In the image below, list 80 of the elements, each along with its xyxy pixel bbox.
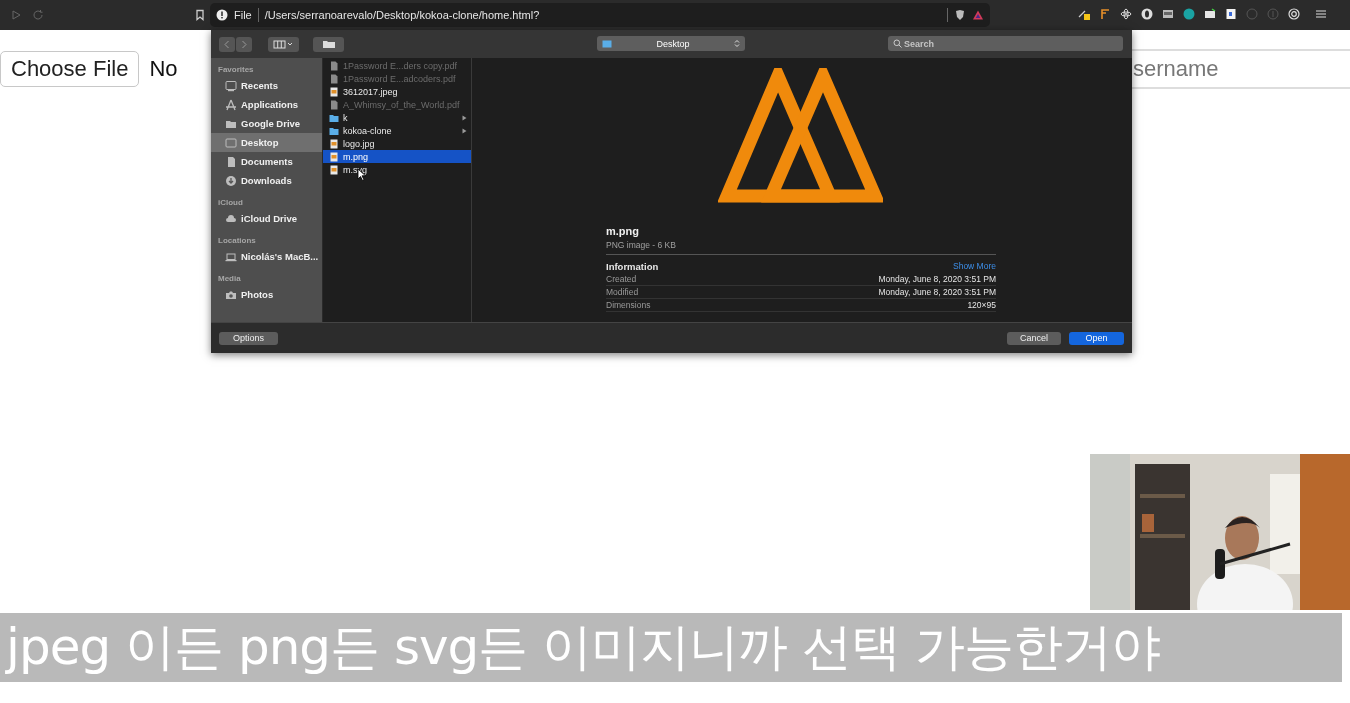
url-text[interactable]: /Users/serranoarevalo/Desktop/kokoa-clone/home.html? (264, 9, 941, 21)
applications-icon (225, 98, 237, 111)
image-file-icon (329, 164, 339, 175)
atom-icon[interactable] (1120, 8, 1132, 20)
file-item[interactable]: m.png (323, 150, 471, 163)
cloud-icon (225, 212, 237, 225)
choose-file-button[interactable]: Choose File (0, 51, 140, 87)
forward-button[interactable] (236, 36, 252, 52)
file-item[interactable]: kokoa-clone (323, 124, 471, 137)
triangle-icon[interactable] (972, 9, 984, 21)
laptop-icon (225, 250, 237, 263)
new-folder-button[interactable] (313, 36, 344, 52)
sidebar-item[interactable]: Google Drive (211, 114, 322, 133)
chevron-right-icon (240, 39, 248, 49)
sidebar-item[interactable]: Nicolás's MacB... (211, 247, 322, 266)
info-label: Dimensions (606, 300, 651, 310)
folder-icon (329, 125, 339, 136)
sidebar-heading: Favorites (217, 64, 255, 76)
sidebar-item[interactable]: iCloud Drive (211, 209, 322, 228)
page-icon[interactable] (1225, 8, 1237, 20)
info-label: Modified (606, 287, 639, 297)
view-button[interactable] (268, 36, 299, 52)
target-icon[interactable] (1288, 8, 1300, 20)
search-icon (893, 39, 902, 48)
info-label: Created (606, 274, 637, 284)
show-more-link[interactable]: Show More (953, 261, 996, 271)
open-button[interactable]: Open (1069, 331, 1124, 345)
file-item[interactable]: logo.jpg (323, 137, 471, 150)
sidebar-item[interactable]: Documents (211, 152, 322, 171)
location-dropdown[interactable]: Desktop (597, 36, 745, 51)
menu-icon[interactable] (1315, 8, 1327, 20)
bookmark-icon[interactable] (194, 9, 206, 21)
sidebar-heading: iCloud (217, 197, 244, 209)
sidebar-item[interactable]: Desktop (211, 133, 322, 152)
columns-icon (272, 39, 295, 49)
sidebar-heading: Media (217, 273, 242, 285)
folder-icon (321, 39, 336, 49)
info-value: 120×95 (967, 300, 996, 310)
updown-icon (734, 39, 740, 48)
ring-icon[interactable] (1141, 8, 1153, 20)
circle-icon[interactable] (1183, 8, 1195, 20)
recents-icon (225, 79, 237, 92)
pen-icon[interactable] (1078, 8, 1090, 20)
file-type-text: PNG image - 6 KB (606, 240, 676, 250)
section-title: Information (606, 260, 659, 272)
image-file-icon (329, 151, 339, 162)
folder-icon (602, 39, 612, 48)
document-icon (225, 155, 237, 168)
image-file-icon (329, 138, 339, 149)
info-value: Monday, June 8, 2020 3:51 PM (878, 274, 996, 284)
folder-icon (329, 112, 339, 123)
document-icon (329, 73, 339, 84)
file-item[interactable]: 3612017.jpeg (323, 85, 471, 98)
file-name: m.png (606, 225, 639, 237)
sidebar-item[interactable]: Downloads (211, 171, 322, 190)
sidebar-item[interactable]: Recents (211, 76, 322, 95)
subtitle-text: jpeg 이든 png든 svg든 이미지니까 선택 가능한거야 (0, 613, 1342, 682)
sidebar-item[interactable]: Applications (211, 95, 322, 114)
info-icon[interactable] (216, 9, 228, 21)
sidebar-heading: Locations (217, 235, 257, 247)
envelope-icon[interactable] (1204, 8, 1216, 20)
search-field[interactable]: Search (888, 36, 1123, 51)
info-value: Monday, June 8, 2020 3:51 PM (878, 287, 996, 297)
shield-icon[interactable] (954, 9, 966, 21)
download-icon (225, 174, 237, 187)
username-field[interactable]: sername (1132, 49, 1350, 89)
file-status-text: No (149, 56, 178, 82)
cancel-button[interactable]: Cancel (1007, 331, 1061, 345)
flag-icon[interactable] (1099, 8, 1111, 20)
sidebar-item[interactable]: Photos (211, 285, 322, 304)
chevron-left-icon (223, 39, 231, 49)
options-button[interactable]: Options (219, 331, 278, 345)
document-icon (329, 60, 339, 71)
card-icon[interactable] (1162, 8, 1174, 20)
image-file-icon (329, 86, 339, 97)
file-item[interactable]: k (323, 111, 471, 124)
url-scheme: File (234, 9, 252, 21)
document-icon (329, 99, 339, 110)
back-button[interactable] (219, 36, 235, 52)
desktop-icon (225, 136, 237, 149)
